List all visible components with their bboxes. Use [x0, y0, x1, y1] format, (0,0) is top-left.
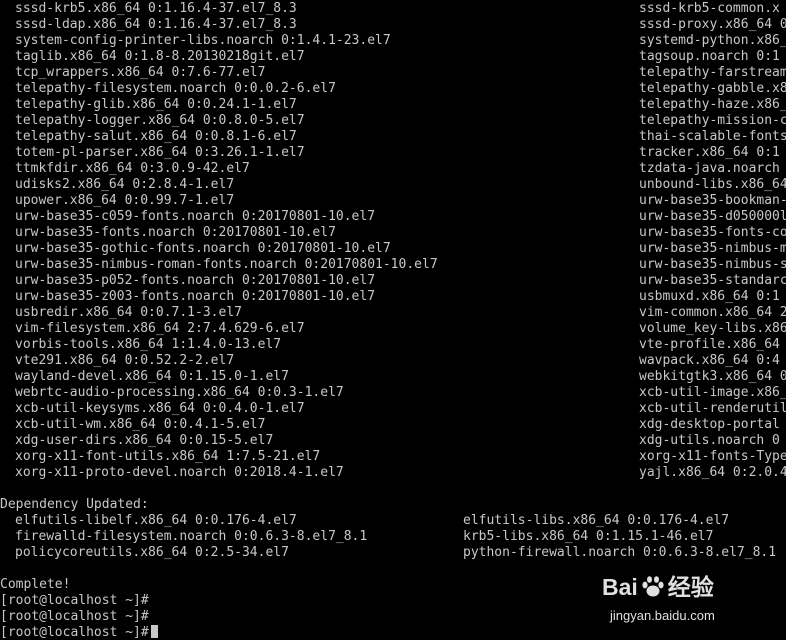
package-line: vte291.x86_64 0:0.52.2-2.el7	[15, 353, 235, 368]
package-line: xdg-utils.noarch 0	[639, 433, 780, 448]
package-line: xdg-user-dirs.x86_64 0:0.15-5.el7	[15, 433, 274, 448]
package-line: vim-common.x86_64 2	[639, 305, 786, 320]
package-line: tagsoup.noarch 0:1	[639, 49, 780, 64]
package-line: urw-base35-c059-fonts.noarch 0:20170801-…	[15, 209, 376, 224]
package-line: urw-base35-fonts-co	[639, 225, 786, 240]
package-line: totem-pl-parser.x86_64 0:3.26.1-1.el7	[15, 145, 305, 160]
terminal-cursor	[150, 625, 158, 638]
package-line: telepathy-haze.x86_	[639, 97, 786, 112]
package-line: thai-scalable-fonts	[639, 129, 786, 144]
package-line: urw-base35-p052-fonts.noarch 0:20170801-…	[15, 273, 376, 288]
package-line: sssd-krb5-common.x	[639, 1, 780, 16]
dependency-line: krb5-libs.x86_64 0:1.15.1-46.el7	[463, 529, 714, 544]
package-line: xorg-x11-fonts-Type	[639, 449, 786, 464]
package-line: urw-base35-gothic-fonts.noarch 0:2017080…	[15, 241, 391, 256]
package-line: telepathy-logger.x86_64 0:0.8.0-5.el7	[15, 113, 305, 128]
package-line: system-config-printer-libs.noarch 0:1.4.…	[15, 33, 391, 48]
package-line: sssd-krb5.x86_64 0:1.16.4-37.el7_8.3	[15, 1, 297, 16]
package-line: webrtc-audio-processing.x86_64 0:0.3-1.e…	[15, 385, 344, 400]
package-line: vorbis-tools.x86_64 1:1.4.0-13.el7	[15, 337, 282, 352]
terminal-console[interactable]: sssd-krb5.x86_64 0:1.16.4-37.el7_8.3 sssd…	[0, 0, 786, 640]
package-line: telepathy-glib.x86_64 0:0.24.1-1.el7	[15, 97, 297, 112]
package-line: telepathy-farstream	[639, 65, 786, 80]
package-line: xcb-util-keysyms.x86_64 0:0.4.0-1.el7	[15, 401, 305, 416]
package-line: tracker.x86_64 0:1	[639, 145, 780, 160]
watermark-brand-left: Bai	[602, 574, 638, 600]
watermark-brand-right: 经验	[667, 574, 714, 600]
package-line: systemd-python.x86_	[639, 33, 786, 48]
dependency-line: policycoreutils.x86_64 0:2.5-34.el7	[15, 545, 289, 560]
package-line: xcb-util-renderutil	[639, 401, 786, 416]
shell-prompt: [root@localhost ~]#	[0, 625, 158, 640]
package-line: urw-base35-standarc	[639, 273, 786, 288]
package-line: telepathy-salut.x86_64 0:0.8.1-6.el7	[15, 129, 297, 144]
package-line: telepathy-gabble.x8	[639, 81, 786, 96]
shell-prompt: [root@localhost ~]#	[0, 593, 149, 608]
dependency-line: python-firewall.noarch 0:0.6.3-8.el7_8.1	[463, 545, 777, 560]
paw-icon	[642, 576, 664, 597]
package-line: urw-base35-z003-fonts.noarch 0:20170801-…	[15, 289, 376, 304]
package-line: ttmkfdir.x86_64 0:3.0.9-42.el7	[15, 161, 250, 176]
baidu-jingyan-watermark: Bai 经验 jingyan.baidu.com	[602, 572, 772, 632]
package-line: usbredir.x86_64 0:0.7.1-3.el7	[15, 305, 242, 320]
package-line: xcb-util-wm.x86_64 0:0.4.1-5.el7	[15, 417, 266, 432]
package-line: tzdata-java.noarch	[639, 161, 780, 176]
package-line: taglib.x86_64 0:1.8-8.20130218git.el7	[15, 49, 305, 64]
shell-prompt: [root@localhost ~]#	[0, 609, 149, 624]
package-line: xcb-util-image.x86_	[639, 385, 786, 400]
dependency-line: firewalld-filesystem.noarch 0:0.6.3-8.el…	[15, 529, 368, 544]
package-line: urw-base35-bookman-	[639, 193, 786, 208]
package-line: tcp_wrappers.x86_64 0:7.6-77.el7	[15, 65, 266, 80]
package-line: xorg-x11-font-utils.x86_64 1:7.5-21.el7	[15, 449, 321, 464]
package-line: upower.x86_64 0:0.99.7-1.el7	[15, 193, 235, 208]
package-line: unbound-libs.x86_64	[639, 177, 786, 192]
package-line: urw-base35-fonts.noarch 0:20170801-10.el…	[15, 225, 336, 240]
dependency-header: Dependency Updated:	[0, 497, 149, 512]
package-line: telepathy-filesystem.noarch 0:0.0.2-6.el…	[15, 81, 336, 96]
package-line: urw-base35-nimbus-s	[639, 257, 786, 272]
package-line: usbmuxd.x86_64 0:1	[639, 289, 780, 304]
package-line: urw-base35-d050000l	[639, 209, 786, 224]
watermark-url: jingyan.baidu.com	[610, 608, 715, 623]
package-line: wayland-devel.x86_64 0:1.15.0-1.el7	[15, 369, 289, 384]
package-line: urw-base35-nimbus-m	[639, 241, 786, 256]
package-line: volume_key-libs.x86	[639, 321, 786, 336]
package-line: xdg-desktop-portal	[639, 417, 780, 432]
dependency-line: elfutils-libelf.x86_64 0:0.176-4.el7	[15, 513, 297, 528]
package-line: urw-base35-nimbus-roman-fonts.noarch 0:2…	[15, 257, 438, 272]
package-line: wavpack.x86_64 0:4	[639, 353, 780, 368]
package-line: telepathy-mission-c	[639, 113, 786, 128]
package-line: sssd-ldap.x86_64 0:1.16.4-37.el7_8.3	[15, 17, 297, 32]
package-line: sssd-proxy.x86_64 0	[639, 17, 786, 32]
package-line: webkitgtk3.x86_64 0	[639, 369, 786, 384]
dependency-line: elfutils-libs.x86_64 0:0.176-4.el7	[463, 513, 730, 528]
complete-message: Complete!	[0, 577, 71, 592]
package-line: xorg-x11-proto-devel.noarch 0:2018.4-1.e…	[15, 465, 344, 480]
package-line: udisks2.x86_64 0:2.8.4-1.el7	[15, 177, 235, 192]
package-line: yajl.x86_64 0:2.0.4	[639, 465, 786, 480]
package-line: vte-profile.x86_64	[639, 337, 780, 352]
package-line: vim-filesystem.x86_64 2:7.4.629-6.el7	[15, 321, 305, 336]
watermark-logo: Bai 经验	[602, 572, 714, 602]
